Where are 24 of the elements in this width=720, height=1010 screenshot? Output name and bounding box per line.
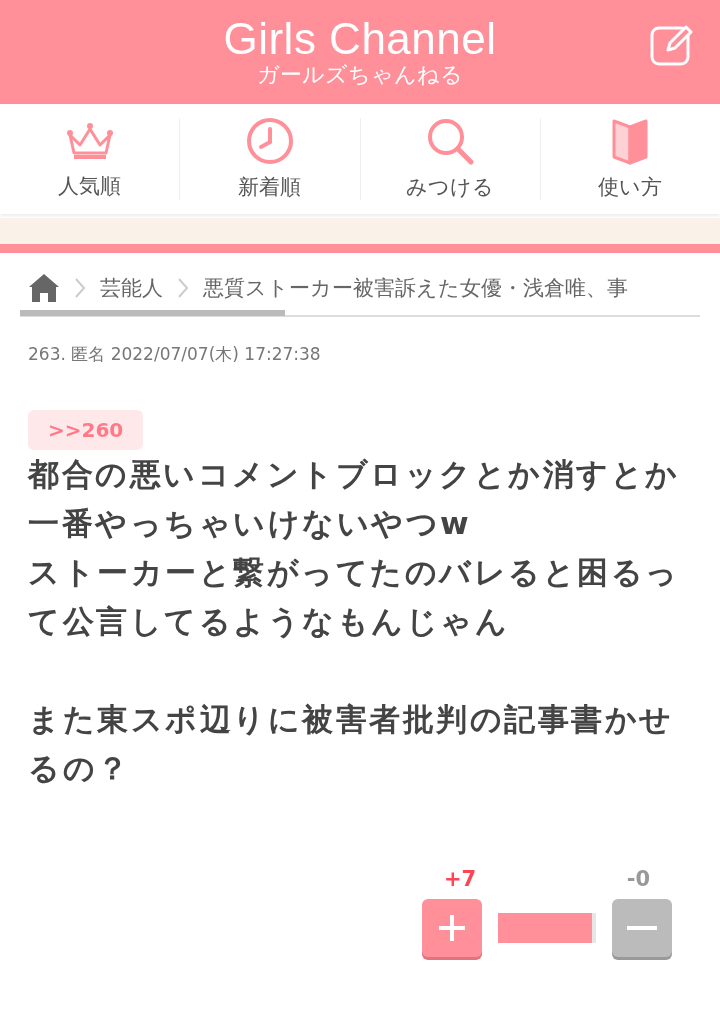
nav-tab[interactable]: 使い方 — [540, 118, 720, 200]
home-icon[interactable] — [28, 273, 60, 303]
minus-icon — [627, 926, 657, 930]
breadcrumb-link[interactable]: 芸能人 — [100, 274, 163, 302]
site-subtitle: ガールズちゃんねる — [257, 62, 463, 88]
comment-text: また東スポ辺りに被害者批判の記事書かせるの？ — [28, 700, 675, 788]
comment-meta: 263. 匿名 2022/07/07(木) 17:27:38 — [28, 343, 322, 366]
plus-icon — [437, 913, 467, 943]
nav-tab[interactable]: 人気順 — [0, 118, 181, 200]
minus-count: -0 — [625, 867, 651, 891]
comment-text: 都合の悪いコメントブロックとか消すとか一番やっちゃいけないやつw — [28, 455, 681, 543]
chevron-icon — [177, 277, 189, 299]
minus-button[interactable] — [612, 899, 672, 957]
clock-icon — [245, 117, 294, 165]
book-icon — [610, 117, 651, 165]
chevron-icon — [74, 277, 86, 299]
plus-count: +7 — [443, 867, 478, 891]
nav-tab[interactable]: みつける — [360, 118, 541, 200]
breadcrumb-link[interactable]: 悪質ストーカー被害訴えた女優・浅倉唯、事 — [203, 274, 628, 302]
search-icon — [426, 117, 475, 165]
plus-button[interactable] — [422, 899, 482, 957]
comment-text: ストーカーと繋がってたのバレると困るって公言してるようなもんじゃん — [28, 553, 681, 641]
scrollbar-thumb[interactable] — [20, 310, 285, 316]
nav-tab[interactable]: 新着順 — [180, 118, 361, 200]
